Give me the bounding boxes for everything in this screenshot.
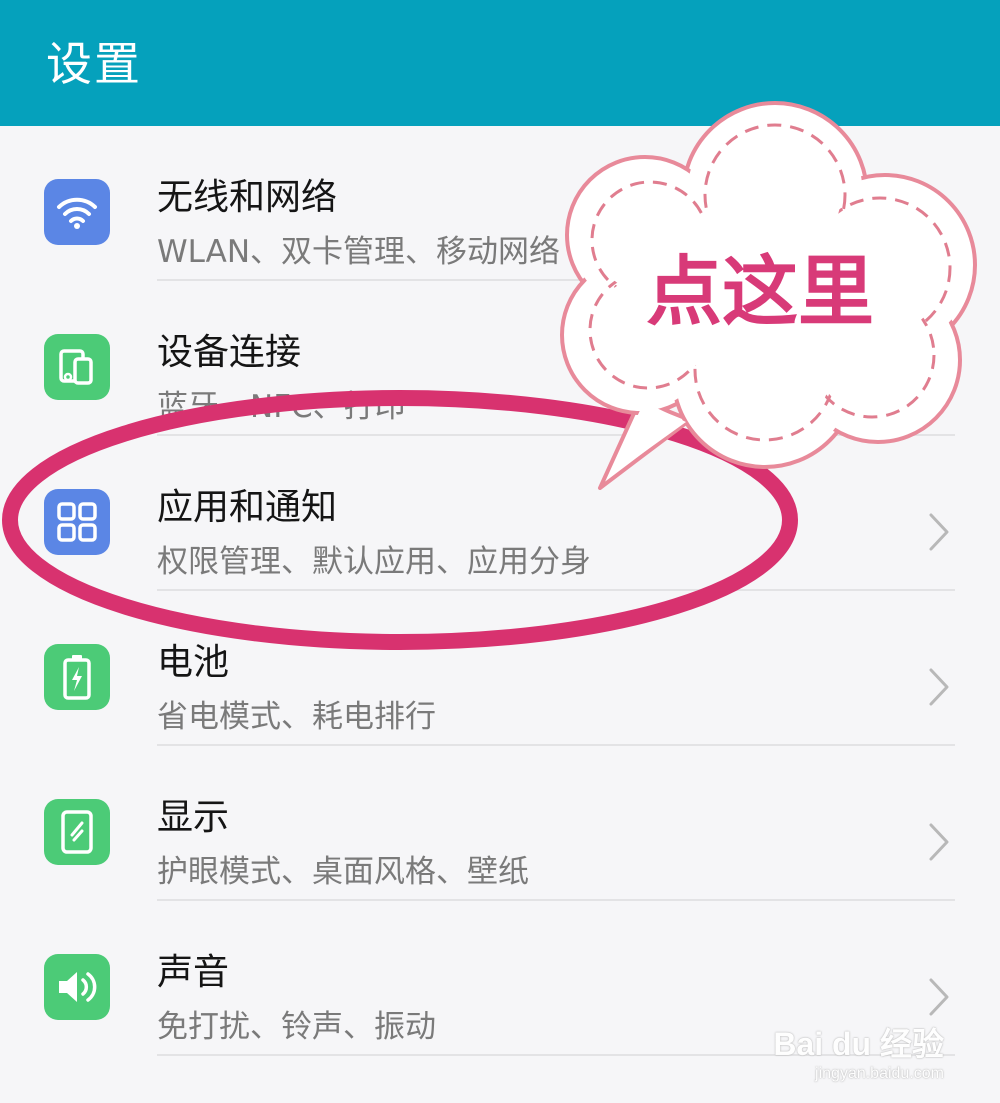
chevron-right-icon — [929, 513, 949, 551]
settings-item-battery[interactable]: 电池 省电模式、耗电排行 — [0, 591, 1000, 746]
battery-icon — [44, 644, 110, 710]
chevron-right-icon — [929, 978, 949, 1016]
settings-item-subtitle: 护眼模式、桌面风格、壁纸 — [157, 854, 529, 890]
settings-item-device-connection[interactable]: 设备连接 蓝牙、NFC、打印 — [0, 281, 1000, 436]
settings-item-title: 电池 — [157, 642, 230, 683]
watermark-logo-text: Bai du 经验 — [773, 1026, 944, 1062]
settings-item-title: 无线和网络 — [157, 177, 338, 218]
settings-item-wireless-network[interactable]: 无线和网络 WLAN、双卡管理、移动网络 — [0, 126, 1000, 281]
watermark: Bai du 经验 jingyan.baidu.com — [773, 1019, 944, 1083]
settings-item-subtitle: 免打扰、铃声、振动 — [157, 1009, 436, 1045]
settings-item-subtitle: 省电模式、耗电排行 — [157, 699, 436, 735]
settings-item-display[interactable]: 显示 护眼模式、桌面风格、壁纸 — [0, 746, 1000, 901]
settings-item-title: 应用和通知 — [157, 487, 338, 528]
settings-item-subtitle: 蓝牙、NFC、打印 — [157, 389, 406, 425]
settings-item-subtitle: WLAN、双卡管理、移动网络 — [157, 234, 561, 270]
speaker-icon — [44, 954, 110, 1020]
apps-grid-icon — [44, 489, 110, 555]
settings-item-title: 声音 — [157, 952, 230, 993]
device-connection-icon — [44, 334, 110, 400]
settings-item-title: 设备连接 — [157, 332, 302, 373]
settings-item-title: 显示 — [157, 797, 230, 838]
app-header: 设置 — [0, 0, 1000, 126]
wifi-icon — [44, 179, 110, 245]
watermark-url: jingyan.baidu.com — [815, 1065, 944, 1082]
chevron-right-icon — [929, 823, 949, 861]
page-title: 设置 — [46, 37, 142, 91]
settings-item-apps-notifications[interactable]: 应用和通知 权限管理、默认应用、应用分身 — [0, 436, 1000, 591]
settings-item-subtitle: 权限管理、默认应用、应用分身 — [157, 544, 591, 580]
display-icon — [44, 799, 110, 865]
chevron-right-icon — [929, 668, 949, 706]
